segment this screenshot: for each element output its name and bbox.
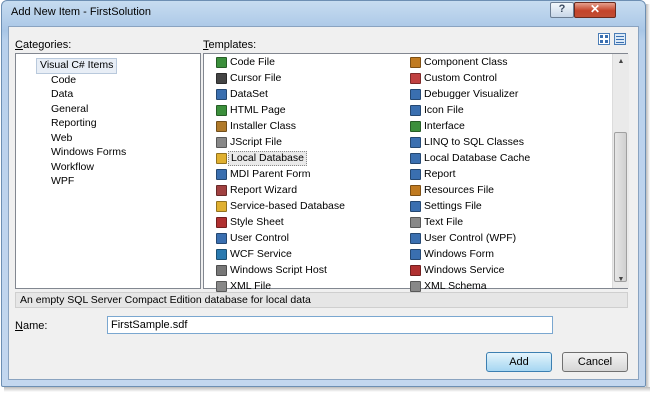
cursor-file-icon [216, 73, 227, 84]
category-item[interactable]: Visual C# Items [36, 58, 118, 74]
cancel-button[interactable]: Cancel [562, 352, 628, 372]
linq-sql-icon [410, 137, 421, 148]
interface-icon [410, 121, 421, 132]
category-item[interactable]: Windows Forms [51, 145, 126, 159]
scroll-thumb[interactable] [614, 132, 627, 282]
report-wizard-icon [216, 185, 227, 196]
wcf-service-icon [216, 249, 227, 260]
template-item-label: HTML Page [230, 104, 286, 116]
mdi-parent-form-icon [216, 169, 227, 180]
template-item-label: Debugger Visualizer [424, 88, 519, 100]
dataset-icon [216, 89, 227, 100]
html-page-icon [216, 105, 227, 116]
template-item-label: Report [424, 168, 456, 180]
category-item[interactable]: Code [51, 73, 76, 87]
template-item-label: Cursor File [230, 72, 282, 84]
category-item[interactable]: General [51, 102, 88, 116]
template-item-label: Windows Script Host [230, 264, 327, 276]
template-item-label: Interface [424, 120, 465, 132]
template-item-label: Windows Form [424, 248, 495, 260]
template-item-label: Component Class [424, 56, 508, 68]
category-item[interactable]: Web [51, 131, 72, 145]
debugger-visualizer-icon [410, 89, 421, 100]
window-shadow-bottom [4, 387, 650, 392]
template-item-label: Local Database [228, 151, 307, 166]
jscript-file-icon [216, 137, 227, 148]
scroll-down-arrow[interactable]: ▼ [613, 272, 629, 288]
template-item-label: Style Sheet [230, 216, 284, 228]
templates-label: Templates: [203, 39, 257, 51]
template-item-label: Resources File [424, 184, 495, 196]
template-item-label: Service-based Database [230, 200, 345, 212]
name-input[interactable] [107, 316, 553, 334]
template-item-label: Report Wizard [230, 184, 298, 196]
template-item-label: User Control [230, 232, 289, 244]
scroll-up-arrow[interactable]: ▲ [613, 54, 629, 70]
template-item-label: LINQ to SQL Classes [424, 136, 524, 148]
window-shadow-right [646, 4, 650, 390]
style-sheet-icon [216, 217, 227, 228]
xml-file-icon [216, 281, 227, 292]
large-icons-icon [600, 35, 608, 43]
category-item[interactable]: Workflow [51, 160, 94, 174]
help-button[interactable]: ? [550, 2, 574, 18]
categories-label: Categories: [15, 39, 72, 51]
windows-service-icon [410, 265, 421, 276]
xml-schema-icon [410, 281, 421, 292]
large-icons-view-button[interactable] [598, 33, 610, 45]
templates-scrollbar[interactable]: ▲ ▼ [612, 54, 629, 288]
template-item-label: Installer Class [230, 120, 296, 132]
template-item-label: WCF Service [230, 248, 292, 260]
settings-file-icon [410, 201, 421, 212]
add-button[interactable]: Add [486, 352, 552, 372]
text-file-icon [410, 217, 421, 228]
template-item-label: Text File [424, 216, 464, 228]
template-item-label: Icon File [424, 104, 464, 116]
code-file-icon [216, 57, 227, 68]
category-item[interactable]: Reporting [51, 116, 97, 130]
user-control-wpf-icon [410, 233, 421, 244]
local-database-icon [216, 153, 227, 164]
template-item-label: MDI Parent Form [230, 168, 311, 180]
template-item-label: Settings File [424, 200, 482, 212]
template-description: An empty SQL Server Compact Edition data… [15, 292, 628, 308]
templates-list[interactable]: ▲ ▼ Code File Cursor File DataSet HTML Page… [203, 53, 629, 292]
windows-script-host-icon [216, 265, 227, 276]
name-label: Name: [15, 320, 48, 332]
help-icon: ? [558, 3, 566, 15]
categories-list[interactable]: Visual C# Items Code Data General Reporting W… [15, 53, 201, 289]
custom-control-icon [410, 73, 421, 84]
close-button[interactable]: ✕ [574, 2, 616, 18]
windows-form-icon [410, 249, 421, 260]
component-class-icon [410, 57, 421, 68]
template-item-label: Code File [230, 56, 275, 68]
template-item-label: JScript File [230, 136, 282, 148]
icon-file-icon [410, 105, 421, 116]
close-icon: ✕ [589, 2, 601, 16]
add-new-item-dialog: Add New Item - FirstSolution ? ✕ Categor… [1, 0, 646, 387]
small-icons-view-button[interactable] [614, 33, 626, 45]
local-database-cache-icon [410, 153, 421, 164]
template-item-label: DataSet [230, 88, 268, 100]
category-item[interactable]: Data [51, 87, 73, 101]
template-item-label: Local Database Cache [424, 152, 531, 164]
template-item-label: Custom Control [424, 72, 497, 84]
category-item[interactable]: WPF [51, 174, 74, 188]
template-item-label: Windows Service [424, 264, 505, 276]
dialog-client-area: Categories: Templates: Visual C# Items Co… [8, 26, 639, 380]
resources-file-icon [410, 185, 421, 196]
window-title: Add New Item - FirstSolution [11, 6, 151, 18]
user-control-icon [216, 233, 227, 244]
small-icons-icon [616, 36, 624, 43]
report-icon [410, 169, 421, 180]
template-item-label: User Control (WPF) [424, 232, 517, 244]
title-bar[interactable]: Add New Item - FirstSolution ? ✕ [2, 1, 645, 25]
service-database-icon [216, 201, 227, 212]
installer-class-icon [216, 121, 227, 132]
